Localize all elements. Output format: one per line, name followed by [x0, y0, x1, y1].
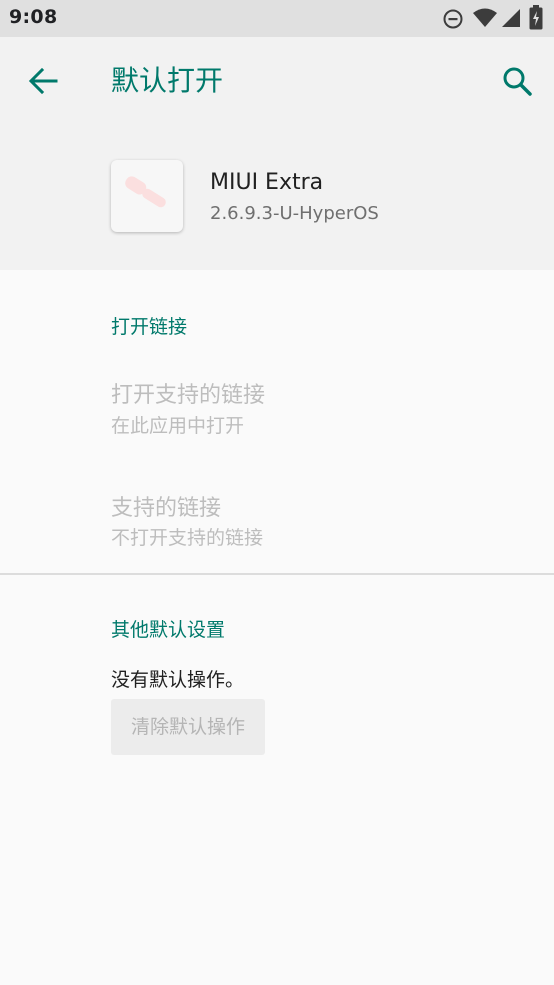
section-title-other-defaults: 其他默认设置: [111, 619, 226, 641]
app-version: 2.6.9.3-U-HyperOS: [210, 203, 379, 224]
no-default-actions-text: 没有默认操作。: [111, 669, 245, 691]
app-bar: 默认打开: [0, 37, 554, 123]
app-header: MIUI Extra 2.6.9.3-U-HyperOS: [0, 123, 554, 270]
status-bar: 9:08: [0, 0, 554, 37]
signal-icon: [502, 9, 520, 27]
pref-summary: 在此应用中打开: [111, 415, 245, 437]
search-icon: [503, 67, 532, 96]
clear-defaults-button[interactable]: 清除默认操作: [111, 699, 265, 755]
battery-charging-icon: [529, 5, 543, 30]
do-not-disturb-icon: [443, 9, 463, 29]
back-button[interactable]: [20, 58, 66, 104]
pref-title: 打开支持的链接: [111, 383, 266, 408]
status-time: 9:08: [9, 6, 58, 28]
wifi-icon: [473, 8, 497, 27]
pref-summary: 不打开支持的链接: [111, 527, 264, 549]
pref-title: 支持的链接: [111, 496, 222, 521]
section-title-open-links: 打开链接: [111, 316, 188, 338]
search-button[interactable]: [494, 58, 540, 104]
arrow-back-icon: [28, 67, 58, 95]
app-name: MIUI Extra: [210, 170, 324, 195]
app-logo-icon: [125, 176, 166, 208]
app-icon: [111, 160, 183, 232]
section-divider: [0, 573, 554, 575]
page-title: 默认打开: [111, 64, 224, 97]
